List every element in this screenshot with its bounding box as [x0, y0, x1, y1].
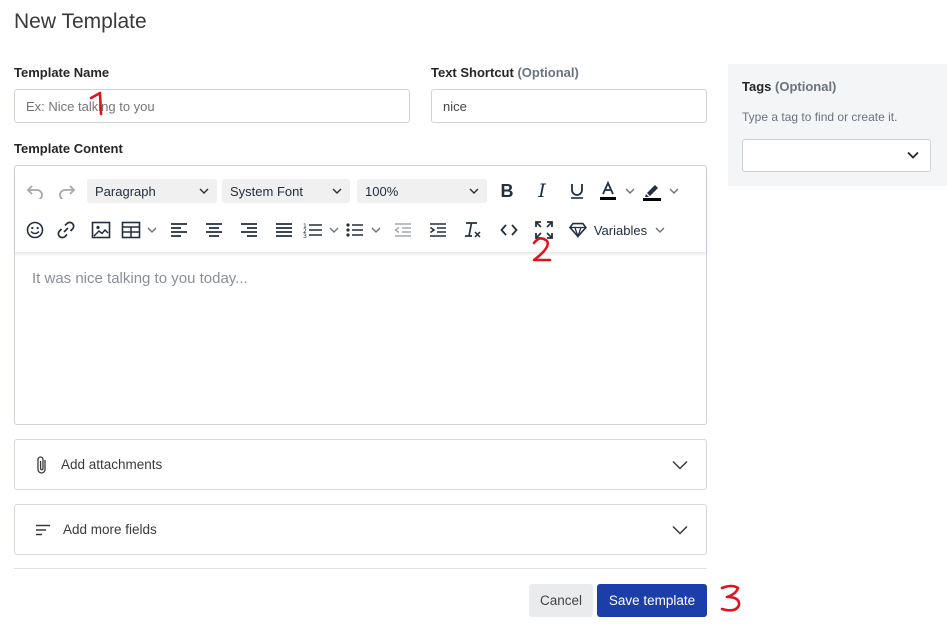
- editor-placeholder: It was nice talking to you today...: [32, 270, 248, 287]
- tags-label: Tags (Optional): [742, 79, 837, 94]
- text-shortcut-input[interactable]: nice: [431, 89, 707, 123]
- text-shortcut-value: nice: [443, 98, 467, 114]
- chevron-down-icon: [907, 151, 919, 159]
- font-family-value: System Font: [230, 183, 303, 199]
- paperclip-icon: [37, 455, 46, 474]
- chevron-down-icon: [469, 188, 479, 194]
- italic-icon[interactable]: I: [525, 176, 559, 206]
- align-right-icon[interactable]: [231, 215, 266, 245]
- chevron-down-icon[interactable]: [143, 215, 161, 245]
- font-size-select[interactable]: 100%: [357, 179, 487, 203]
- annotation-number-3: 3: [720, 584, 741, 612]
- font-size-value: 100%: [365, 183, 399, 199]
- save-template-button[interactable]: Save template: [597, 584, 707, 617]
- variables-label: Variables: [593, 222, 648, 238]
- text-color-icon[interactable]: [595, 176, 621, 206]
- chevron-down-icon[interactable]: [621, 176, 639, 206]
- align-left-icon[interactable]: [161, 215, 196, 245]
- font-family-select[interactable]: System Font: [222, 179, 350, 203]
- cancel-button[interactable]: Cancel: [529, 584, 593, 617]
- chevron-down-icon: [672, 460, 688, 470]
- redo-icon[interactable]: [49, 176, 85, 206]
- add-attachments-section[interactable]: Add attachments: [14, 439, 707, 490]
- chevron-down-icon[interactable]: [325, 215, 343, 245]
- add-more-fields-label: Add more fields: [63, 522, 157, 537]
- emoji-icon[interactable]: [21, 215, 49, 245]
- tags-panel: Tags (Optional) Type a tag to find or cr…: [728, 64, 947, 186]
- template-content-label: Template Content: [14, 141, 123, 156]
- tags-select[interactable]: [742, 139, 931, 172]
- tags-hint: Type a tag to find or create it.: [742, 110, 898, 124]
- block-format-value: Paragraph: [95, 183, 156, 199]
- undo-icon[interactable]: [21, 176, 49, 206]
- table-icon[interactable]: [119, 215, 143, 245]
- outdent-icon[interactable]: [385, 215, 421, 245]
- numbered-list-icon[interactable]: 123: [301, 215, 325, 245]
- tags-optional: (Optional): [775, 79, 837, 94]
- template-name-label: Template Name: [14, 65, 110, 80]
- chevron-down-icon[interactable]: [665, 176, 683, 206]
- fields-list-icon: [36, 524, 50, 535]
- template-name-input[interactable]: [14, 89, 410, 123]
- bullet-list-icon[interactable]: [343, 215, 367, 245]
- highlight-color-icon[interactable]: [639, 176, 665, 206]
- clear-formatting-icon[interactable]: [455, 215, 491, 245]
- text-shortcut-optional: (Optional): [517, 65, 579, 80]
- svg-text:3: 3: [303, 233, 307, 238]
- indent-icon[interactable]: [421, 215, 455, 245]
- bold-icon[interactable]: B: [489, 176, 525, 206]
- align-justify-icon[interactable]: [266, 215, 301, 245]
- chevron-down-icon: [655, 227, 665, 233]
- page-title: New Template: [14, 10, 147, 33]
- editor-toolbar: Paragraph System Font 100% B I 1 2 3 Var…: [15, 166, 706, 252]
- block-format-select[interactable]: Paragraph: [87, 179, 217, 203]
- link-icon[interactable]: [49, 215, 83, 245]
- chevron-down-icon: [199, 188, 209, 194]
- chevron-down-icon: [672, 525, 688, 535]
- rich-text-editor: Paragraph System Font 100% B I 1 2 3 Var…: [14, 165, 707, 425]
- gem-icon: [569, 222, 587, 238]
- chevron-down-icon[interactable]: [367, 215, 385, 245]
- underline-icon[interactable]: [559, 176, 595, 206]
- variables-menu[interactable]: Variables: [561, 215, 665, 245]
- add-attachments-label: Add attachments: [61, 457, 163, 472]
- editor-content-area[interactable]: It was nice talking to you today...: [32, 270, 248, 287]
- annotation-number-2: 2: [532, 237, 552, 262]
- annotation-number-1: 1: [89, 91, 103, 116]
- source-code-icon[interactable]: [491, 215, 526, 245]
- align-center-icon[interactable]: [196, 215, 231, 245]
- footer-divider: [14, 568, 707, 569]
- add-more-fields-section[interactable]: Add more fields: [14, 504, 707, 555]
- chevron-down-icon: [332, 188, 342, 194]
- image-icon[interactable]: [83, 215, 119, 245]
- text-shortcut-label: Text Shortcut (Optional): [431, 65, 579, 80]
